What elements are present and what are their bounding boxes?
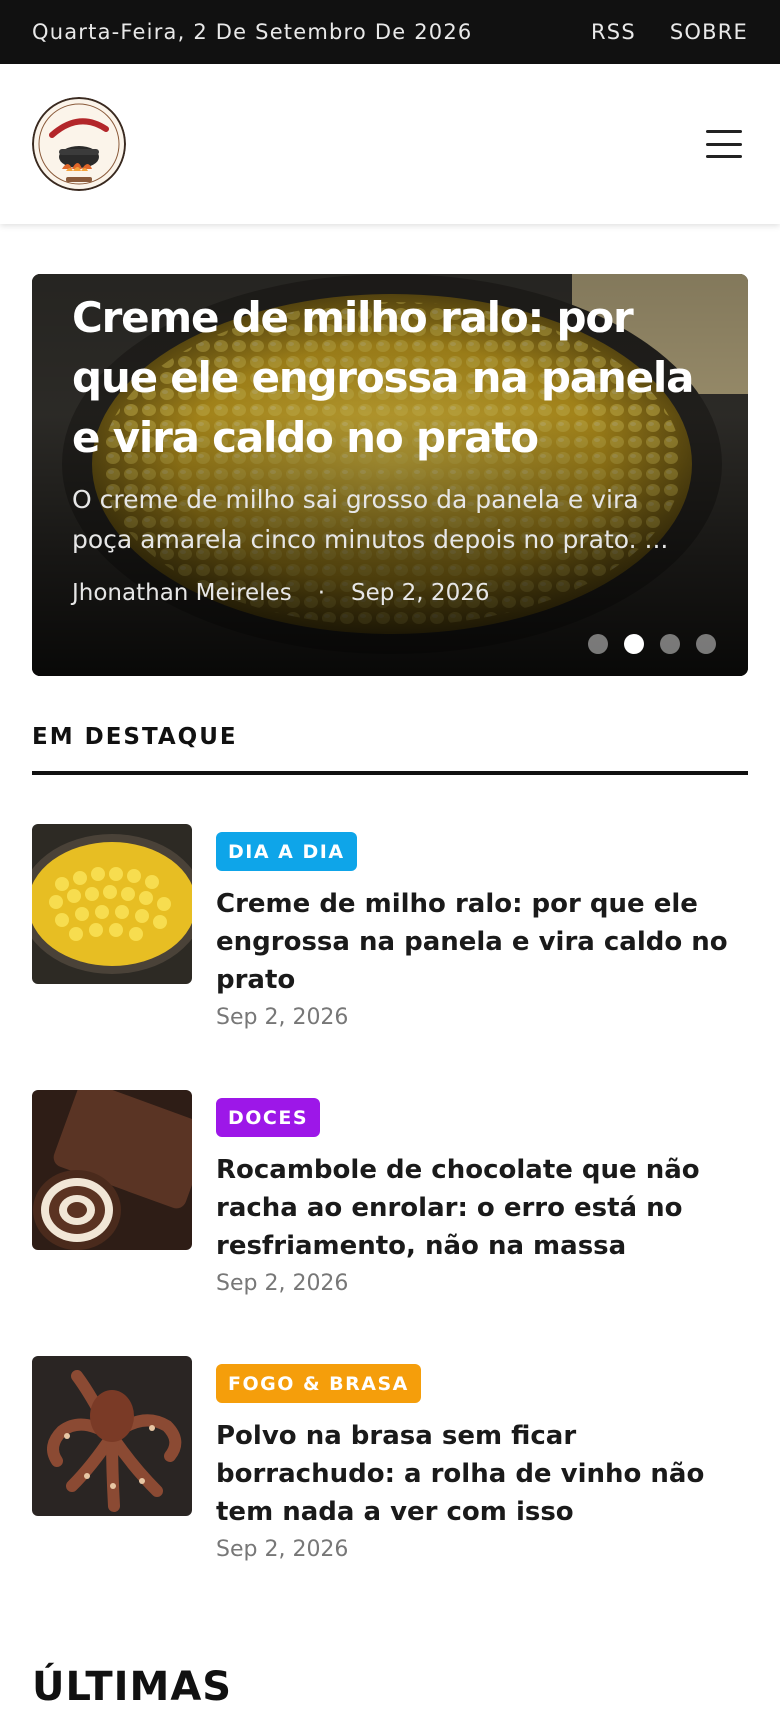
hero-title[interactable]: Creme de milho ralo: por que ele engross… [72,288,722,468]
featured-item[interactable]: DIA A DIA Creme de milho ralo: por que e… [32,824,748,1030]
category-badge[interactable]: FOGO & BRASA [216,1364,421,1403]
featured-item-date: Sep 2, 2026 [216,1005,349,1030]
section-title-latest: ÚLTIMAS [32,1664,233,1710]
category-badge[interactable]: DIA A DIA [216,832,357,871]
hero-meta: Jhonathan Meireles · Sep 2, 2026 [72,580,722,606]
hero-author: Jhonathan Meireles [72,580,292,606]
featured-item-title[interactable]: Rocambole de chocolate que não racha ao … [216,1151,748,1265]
featured-item-title[interactable]: Polvo na brasa sem ficar borrachudo: a r… [216,1417,748,1531]
featured-item[interactable]: DOCES Rocambole de chocolate que não rac… [32,1090,748,1296]
top-bar: Quarta-Feira, 2 De Setembro De 2026 RSS … [0,0,780,64]
top-links: RSS SOBRE [591,20,748,44]
meta-separator: · [317,580,326,606]
hero-excerpt-line: poça amarela cinco minutos depois no pra… [72,525,669,554]
featured-item-text: DOCES Rocambole de chocolate que não rac… [216,1090,748,1296]
slider-dot-3[interactable] [660,634,680,654]
hero-slider[interactable]: Creme de milho ralo: por que ele engross… [32,274,748,676]
corn-cream-bowl-image[interactable] [32,824,192,984]
site-header [0,64,780,224]
hero-excerpt: O creme de milho sai grosso da panela e … [72,480,722,560]
hero-date: Sep 2, 2026 [351,580,490,606]
featured-item-date: Sep 2, 2026 [216,1271,349,1296]
slider-dot-4[interactable] [696,634,716,654]
rss-link[interactable]: RSS [591,20,636,44]
slider-dot-2[interactable] [624,634,644,654]
current-date: Quarta-Feira, 2 De Setembro De 2026 [32,20,473,44]
chocolate-roll-cake-image[interactable] [32,1090,192,1250]
grilled-octopus-image[interactable] [32,1356,192,1516]
featured-item-title[interactable]: Creme de milho ralo: por que ele engross… [216,885,748,999]
about-link[interactable]: SOBRE [670,20,748,44]
section-divider [32,771,748,775]
featured-item-text: FOGO & BRASA Polvo na brasa sem ficar bo… [216,1356,748,1562]
featured-item-text: DIA A DIA Creme de milho ralo: por que e… [216,824,748,1030]
hero-content: Creme de milho ralo: por que ele engross… [72,288,722,606]
featured-item[interactable]: FOGO & BRASA Polvo na brasa sem ficar bo… [32,1356,748,1562]
hero-excerpt-line: O creme de milho sai grosso da panela e … [72,485,639,514]
slider-dot-1[interactable] [588,634,608,654]
section-title-featured: EM DESTAQUE [32,724,238,750]
featured-item-date: Sep 2, 2026 [216,1537,349,1562]
category-badge[interactable]: DOCES [216,1098,321,1137]
slider-dots [588,634,716,654]
hamburger-menu-icon[interactable] [704,127,744,161]
panela-de-brasa-logo[interactable] [32,97,126,191]
